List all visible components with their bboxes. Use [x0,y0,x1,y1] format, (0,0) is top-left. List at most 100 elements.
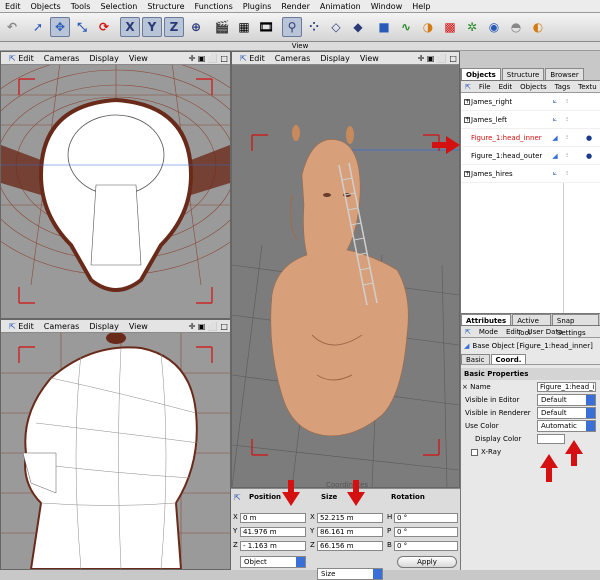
rotation-p-field[interactable]: 0 ° [394,527,458,537]
render-picture-icon[interactable]: 🎞 [256,17,276,37]
pointer-icon[interactable]: ➚ [28,17,48,37]
viewport-edit-menu[interactable]: ⇱ Edit [4,54,39,63]
expand-icon[interactable]: + [464,116,470,123]
tab-browser[interactable]: Browser [545,68,584,80]
rotation-b-field[interactable]: 0 ° [394,541,458,551]
edges-tool-icon[interactable]: ◇ [326,17,346,37]
viewport-bottom-left[interactable]: ⇱ Edit Cameras Display View ✛ ▣ ⬜ □ [0,319,231,570]
display-color-swatch[interactable] [537,434,565,444]
material-tag-icon[interactable]: ● [583,152,595,160]
menu-window[interactable]: Window [366,2,408,11]
material-tag-icon[interactable]: ● [583,134,595,142]
position-z-field[interactable]: - 1.163 m [240,541,306,551]
y-axis-button[interactable]: Y [142,17,162,37]
viewport-cameras-menu[interactable]: Cameras [270,54,316,63]
x-axis-button[interactable]: X [120,17,140,37]
expand-icon[interactable]: + [464,98,470,105]
menu-functions[interactable]: Functions [190,2,238,11]
viewport-cameras-menu[interactable]: Cameras [39,322,85,331]
visibility-icon[interactable]: ⁝ [561,153,573,159]
coord-pin-icon[interactable]: ⇱ [234,493,241,502]
menu-help[interactable]: Help [407,2,435,11]
size-x-field[interactable]: 52.215 m [317,513,383,523]
render-view-icon[interactable]: 🎬 [212,17,232,37]
deformer-icon[interactable]: ✲ [462,17,482,37]
viewport-view-menu[interactable]: View [124,54,153,63]
tab-snap-settings[interactable]: Snap Settings [551,314,599,337]
subtab-coord[interactable]: Coord. [490,354,527,364]
apply-button[interactable]: Apply [397,556,457,568]
om-tags-menu[interactable]: Tags [551,83,575,91]
array-icon[interactable]: ▩ [440,17,460,37]
om-edit-menu[interactable]: Edit [495,83,517,91]
menu-render[interactable]: Render [276,2,314,11]
expand-icon[interactable]: + [464,170,470,177]
nurbs-icon[interactable]: ◑ [418,17,438,37]
polygons-tool-icon[interactable]: ◆ [348,17,368,37]
menu-structure[interactable]: Structure [142,2,189,11]
viewport-top-left[interactable]: ⇱ Edit Cameras Display View ✛ ▣ ⬜ □ [0,51,231,319]
object-row[interactable]: + James_hires ⟀ ⁝ [461,165,600,183]
expand-icon[interactable] [464,135,470,141]
cube-primitive-icon[interactable]: ■ [374,17,394,37]
rotate-icon[interactable]: ⟳ [94,17,114,37]
spline-icon[interactable]: ∿ [396,17,416,37]
coordinate-system-icon[interactable]: ⊕ [186,17,206,37]
viewport-nav-icons[interactable]: ✛ ▣ ⬜ □ [418,54,459,63]
model-tool-icon[interactable]: ⚲ [282,17,302,37]
xray-checkbox[interactable] [471,448,478,456]
am-pin-icon[interactable]: ⇱ [461,328,475,336]
menu-animation[interactable]: Animation [315,2,366,11]
object-row[interactable]: Figure_1:head_outer ◢ ⁝ ● [461,147,600,165]
visible-editor-select[interactable]: Default [537,394,596,406]
visibility-icon[interactable]: ⁝ [561,99,573,105]
camera-icon[interactable]: ◓ [506,17,526,37]
menu-objects[interactable]: Objects [26,2,66,11]
visibility-icon[interactable]: ⁝ [561,117,573,123]
viewport-nav-icons[interactable]: ✛ ▣ ⬜ □ [189,54,230,63]
viewport-display-menu[interactable]: Display [315,54,355,63]
viewport-cameras-menu[interactable]: Cameras [39,54,85,63]
menu-plugins[interactable]: Plugins [238,2,277,11]
undo-icon[interactable]: ↶ [2,17,22,37]
tab-objects[interactable]: Objects [461,68,501,80]
object-row-selected[interactable]: Figure_1:head_inner ◢ ⁝ ● [461,129,600,147]
am-userdata-menu[interactable]: User Data [524,328,567,336]
size-z-field[interactable]: 66.156 m [317,541,383,551]
scene-icon[interactable]: ◉ [484,17,504,37]
viewport-nav-icons[interactable]: ✛ ▣ ⬜ □ [189,322,230,331]
om-objects-menu[interactable]: Objects [516,83,550,91]
object-row[interactable]: + James_right ⟀ ⁝ [461,93,600,111]
viewport-edit-menu[interactable]: ⇱ Edit [4,322,39,331]
viewport-edit-menu[interactable]: ⇱ Edit [235,54,270,63]
om-texture-menu[interactable]: Textu [574,83,600,91]
side-view-canvas[interactable] [1,332,230,569]
position-y-field[interactable]: 41.976 m [240,527,306,537]
viewport-view-menu[interactable]: View [355,54,384,63]
tab-active-tool[interactable]: Active Tool [512,314,551,337]
rotation-h-field[interactable]: 0 ° [394,513,458,523]
menu-edit[interactable]: Edit [0,2,26,11]
menu-selection[interactable]: Selection [95,2,142,11]
size-y-field[interactable]: 86.161 m [317,527,383,537]
viewport-view-menu[interactable]: View [124,322,153,331]
position-x-field[interactable]: 0 m [240,513,306,523]
am-edit-menu[interactable]: Edit [502,328,524,336]
points-tool-icon[interactable]: ⁘ [304,17,324,37]
light-icon[interactable]: ◐ [528,17,548,37]
coord-mode-select[interactable]: Object [240,556,306,568]
visible-renderer-select[interactable]: Default [537,407,596,419]
om-pin-icon[interactable]: ⇱ [461,83,475,91]
front-view-canvas[interactable] [1,54,230,318]
use-color-select[interactable]: Automatic [537,420,596,432]
name-field[interactable]: Figure_1:head_in [537,382,596,392]
scale-icon[interactable]: ⤡ [72,17,92,37]
viewport-display-menu[interactable]: Display [84,322,124,331]
viewport-display-menu[interactable]: Display [84,54,124,63]
render-region-icon[interactable]: ▦ [234,17,254,37]
perspective-canvas[interactable] [232,65,459,487]
visibility-icon[interactable]: ⁝ [561,171,573,177]
tab-structure[interactable]: Structure [501,68,545,80]
visibility-icon[interactable]: ⁝ [561,135,573,141]
expand-icon[interactable] [464,153,470,159]
